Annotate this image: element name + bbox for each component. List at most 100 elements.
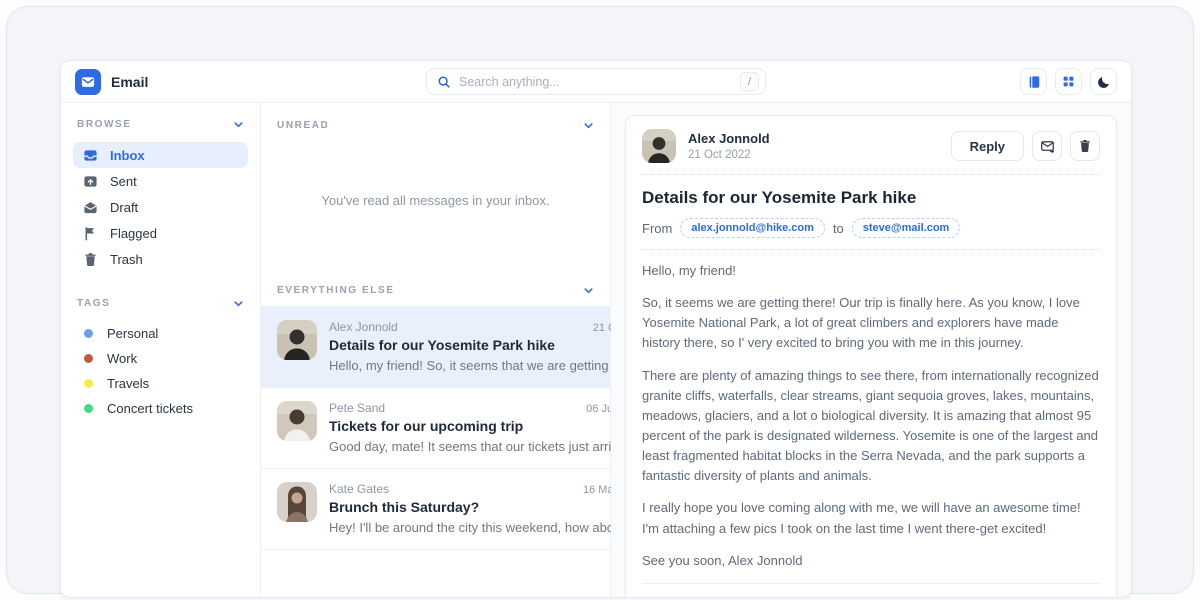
to-email-chip[interactable]: steve@mail.com <box>852 218 961 238</box>
reply-button[interactable]: Reply <box>951 131 1024 161</box>
tag-item-concert-tickets[interactable]: Concert tickets <box>73 396 248 421</box>
delete-email-button[interactable] <box>1070 131 1100 161</box>
attachments-label: Attachments <box>642 596 1100 598</box>
detail-header: Alex Jonnold 21 Oct 2022 Reply <box>642 129 1100 163</box>
body-signature: See you soon, Alex Jonnold <box>642 551 1100 571</box>
chevron-down-icon[interactable] <box>583 285 594 296</box>
browse-label: BROWSE <box>77 119 132 130</box>
from-to-row: From alex.jonnold@hike.com to steve@mail… <box>642 218 1100 238</box>
divider <box>642 249 1100 250</box>
tag-color-dot <box>84 354 93 363</box>
sender-identity: Alex Jonnold 21 Oct 2022 <box>688 131 770 161</box>
mail-item-content: Alex Jonnold 21 Oct 2022 Details for our… <box>329 320 653 373</box>
chevron-down-icon[interactable] <box>233 298 244 309</box>
sidebar-item-label: Inbox <box>110 148 145 163</box>
sidebar-item-label: Sent <box>110 174 137 189</box>
inbox-icon <box>83 148 98 163</box>
tags-section: TAGS Personal Work Travels <box>73 296 248 421</box>
everything-else-section-header[interactable]: EVERYTHING ELSE <box>261 259 610 306</box>
sidebar-item-label: Flagged <box>110 226 157 241</box>
message-list-column: UNREAD You've read all messages in your … <box>261 103 611 597</box>
avatar <box>277 482 317 522</box>
app-content: BROWSE Inbox Sent <box>61 103 1131 597</box>
sent-icon <box>83 174 98 189</box>
mail-preview: Hey! I'll be around the city this weeken… <box>329 520 647 535</box>
sidebar-item-trash[interactable]: Trash <box>73 246 248 272</box>
detail-actions: Reply <box>951 131 1100 161</box>
notebook-button[interactable] <box>1020 68 1047 95</box>
tag-item-travels[interactable]: Travels <box>73 371 248 396</box>
mail-list-item-pete[interactable]: Pete Sand 06 Jul 2022 Tickets for our up… <box>261 387 610 468</box>
from-label: From <box>642 221 672 236</box>
mail-preview: Hello, my friend! So, it seems that we a… <box>329 358 653 373</box>
sidebar-item-label: Draft <box>110 200 138 215</box>
tags-section-header[interactable]: TAGS <box>73 296 248 321</box>
avatar <box>277 320 317 360</box>
search-icon <box>437 75 451 89</box>
envelope-forward-icon <box>1040 139 1055 154</box>
body-paragraph: I really hope you love coming along with… <box>642 498 1100 538</box>
tag-item-personal[interactable]: Personal <box>73 321 248 346</box>
app-logo <box>75 69 101 95</box>
body-paragraph: There are plenty of amazing things to se… <box>642 366 1100 487</box>
mail-item-content: Kate Gates 16 May 2022 Brunch this Satur… <box>329 482 647 535</box>
envelope-icon <box>81 75 95 89</box>
sidebar-item-flagged[interactable]: Flagged <box>73 220 248 246</box>
moon-icon <box>1097 75 1111 89</box>
message-body: Hello, my friend! So, it seems we are ge… <box>642 261 1100 571</box>
email-app-window: Email / <box>60 60 1132 598</box>
mail-item-content: Pete Sand 06 Jul 2022 Tickets for our up… <box>329 401 643 454</box>
avatar <box>642 129 676 163</box>
browse-section-header[interactable]: BROWSE <box>73 117 248 142</box>
mail-sender: Pete Sand <box>329 401 385 415</box>
message-detail-pane: Alex Jonnold 21 Oct 2022 Reply <box>611 103 1131 597</box>
tag-color-dot <box>84 404 93 413</box>
header-brand: Email <box>75 69 426 95</box>
mail-subject: Brunch this Saturday? <box>329 499 647 515</box>
message-date: 21 Oct 2022 <box>688 149 770 161</box>
header-actions <box>766 68 1117 95</box>
app-header: Email / <box>61 61 1131 103</box>
mail-sender: Alex Jonnold <box>329 320 398 334</box>
divider <box>642 583 1100 584</box>
sidebar-item-inbox[interactable]: Inbox <box>73 142 248 168</box>
trash-icon <box>83 252 98 267</box>
tag-label: Travels <box>107 376 149 391</box>
from-email-chip[interactable]: alex.jonnold@hike.com <box>680 218 825 238</box>
mail-list-item-alex[interactable]: Alex Jonnold 21 Oct 2022 Details for our… <box>261 306 610 387</box>
mail-preview: Good day, mate! It seems that our ticket… <box>329 439 643 454</box>
mail-sender: Kate Gates <box>329 482 389 496</box>
tag-color-dot <box>84 329 93 338</box>
trash-icon <box>1078 139 1092 153</box>
divider <box>642 174 1100 175</box>
tag-label: Concert tickets <box>107 401 193 416</box>
mail-meta-row: Alex Jonnold 21 Oct 2022 <box>329 320 653 334</box>
unread-empty-message: You've read all messages in your inbox. <box>261 141 610 259</box>
tag-item-work[interactable]: Work <box>73 346 248 371</box>
to-label: to <box>833 221 844 236</box>
chevron-down-icon[interactable] <box>583 120 594 131</box>
sidebar: BROWSE Inbox Sent <box>61 103 261 597</box>
mail-list-item-kate[interactable]: Kate Gates 16 May 2022 Brunch this Satur… <box>261 468 610 550</box>
unread-section-header[interactable]: UNREAD <box>261 103 610 141</box>
avatar <box>277 401 317 441</box>
search-input[interactable] <box>459 75 732 89</box>
sidebar-item-draft[interactable]: Draft <box>73 194 248 220</box>
draft-icon <box>83 200 98 215</box>
book-icon <box>1027 75 1041 89</box>
body-paragraph: Hello, my friend! <box>642 261 1100 281</box>
dark-mode-button[interactable] <box>1090 68 1117 95</box>
sidebar-item-sent[interactable]: Sent <box>73 168 248 194</box>
sender-name: Alex Jonnold <box>688 131 770 146</box>
unread-label: UNREAD <box>277 120 329 131</box>
forward-email-button[interactable] <box>1032 131 1062 161</box>
message-detail-card: Alex Jonnold 21 Oct 2022 Reply <box>625 115 1117 598</box>
search-bar[interactable]: / <box>426 68 766 95</box>
apps-grid-button[interactable] <box>1055 68 1082 95</box>
tag-label: Personal <box>107 326 158 341</box>
sidebar-item-label: Trash <box>110 252 143 267</box>
search-shortcut-key: / <box>740 72 759 91</box>
body-paragraph: So, it seems we are getting there! Our t… <box>642 293 1100 353</box>
grid-icon <box>1062 75 1075 88</box>
chevron-down-icon[interactable] <box>233 119 244 130</box>
